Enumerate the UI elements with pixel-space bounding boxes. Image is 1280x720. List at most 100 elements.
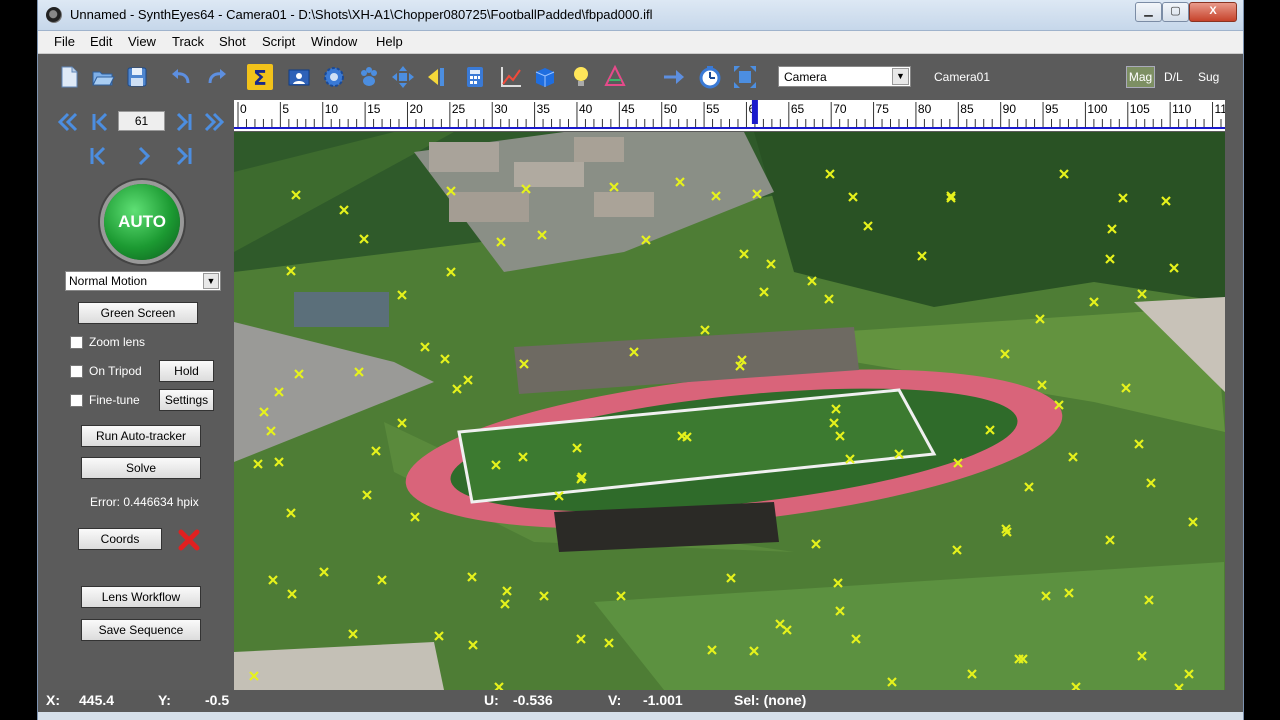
x-value: 445.4 [79,692,115,708]
coordinate-icon[interactable] [425,64,451,90]
run-autotracker-button[interactable]: Run Auto-tracker [81,425,201,447]
calculator-icon[interactable] [462,64,488,90]
green-screen-button[interactable]: Green Screen [78,302,198,324]
step-forward-icon[interactable] [172,144,196,168]
status-bar: X: 445.4 Y: -0.5 U: -0.536 V: -1.001 Sel… [38,690,1243,712]
timeline-label: 75 [876,102,890,116]
timeline-label: 25 [452,102,466,116]
timeline-label: 0 [240,102,247,116]
lightbulb-icon[interactable] [568,64,594,90]
timeline-label: 40 [579,102,593,116]
chevron-down-icon[interactable]: ▼ [203,273,219,289]
camera-viewport[interactable] [234,132,1225,690]
settings-button[interactable]: Settings [159,389,214,411]
timeline-label: 50 [664,102,678,116]
perspective-icon[interactable] [602,64,628,90]
on-tripod-label: On Tripod [89,364,142,378]
cube-icon[interactable] [532,64,558,90]
on-tripod-checkbox[interactable] [70,365,83,378]
rewind-icon[interactable] [56,110,80,134]
timeline-label: 105 [1130,102,1150,116]
close-button[interactable]: X [1189,2,1237,22]
x-label: X: [46,692,60,708]
y-value: -0.5 [205,692,230,708]
expand-icon[interactable] [732,64,758,90]
camera-view-icon[interactable] [286,64,312,90]
gear-icon[interactable] [321,64,347,90]
coords-button[interactable]: Coords [78,528,162,550]
building [594,192,654,217]
timer-icon[interactable] [697,64,723,90]
timeline-label: 5 [282,102,289,116]
go-to-start-icon[interactable] [88,110,112,134]
menu-view[interactable]: View [128,34,156,49]
motion-select-value: Normal Motion [69,274,148,288]
chevron-down-icon[interactable]: ▼ [892,68,909,85]
aerial-stadium-image[interactable] [234,132,1225,690]
lens-workflow-button[interactable]: Lens Workflow [81,586,201,608]
timeline-ruler[interactable]: 0 5 10 15 20 25 30 35 40 45 50 55 6 65 70 75 80 85 90 95 100… [234,100,1225,131]
play-icon[interactable] [132,144,156,168]
timeline-label: 70 [833,102,847,116]
graph-icon[interactable] [498,64,524,90]
app-window: Unnamed - SynthEyes64 - Camera01 - D:\Sh… [37,0,1244,720]
tab-mag[interactable]: Mag [1126,66,1155,88]
go-to-end-icon[interactable] [172,110,196,134]
menu-bar: File Edit View Track Shot Script Window … [38,31,1243,54]
undo-icon[interactable] [168,64,194,90]
timeline-label: 30 [494,102,508,116]
motion-select[interactable]: Normal Motion ▼ [65,271,221,291]
zoom-lens-label: Zoom lens [89,335,146,349]
open-folder-icon[interactable] [90,64,116,90]
v-label: V: [608,692,622,708]
zoom-lens-checkbox[interactable] [70,336,83,349]
timeline-cursor[interactable] [751,100,758,124]
menu-edit[interactable]: Edit [90,34,112,49]
new-file-icon[interactable] [56,64,82,90]
timeline-label: 45 [621,102,635,116]
auto-button[interactable]: AUTO [104,184,180,260]
camera-select[interactable]: Camera ▼ [778,66,911,87]
save-icon[interactable] [124,64,150,90]
svg-text:Σ: Σ [253,66,267,90]
menu-shot[interactable]: Shot [219,34,246,49]
step-back-icon[interactable] [86,144,110,168]
u-label: U: [484,692,499,708]
title-bar: Unnamed - SynthEyes64 - Camera01 - D:\Sh… [38,0,1243,31]
timeline-label: 80 [918,102,932,116]
move-arrows-icon[interactable] [390,64,416,90]
clear-x-icon[interactable] [178,529,200,551]
paw-icon[interactable] [356,64,382,90]
menu-window[interactable]: Window [311,34,357,49]
redo-icon[interactable] [204,64,230,90]
timeline-label: 55 [706,102,720,116]
maximize-button[interactable]: ▢ [1162,2,1189,22]
fine-tune-checkbox[interactable] [70,394,83,407]
minimize-button[interactable]: ▁ [1135,2,1162,22]
y-label: Y: [158,692,171,708]
menu-track[interactable]: Track [172,34,204,49]
timeline-label: 85 [960,102,974,116]
main-toolbar: Σ Camera ▼ Camera01 Mag D/L Sug [38,54,1243,100]
hold-button[interactable]: Hold [159,360,214,382]
current-frame-field[interactable]: 61 [118,111,165,131]
menu-script[interactable]: Script [262,34,295,49]
forward-arrow-icon[interactable] [661,64,687,90]
timeline-label: 90 [1003,102,1017,116]
control-panel: 61 AUTO Normal Motion ▼ Green Screen Zoo… [38,100,233,690]
menu-help[interactable]: Help [376,34,403,49]
timeline-label: 65 [791,102,805,116]
app-icon [46,7,62,23]
tab-sug[interactable]: Sug [1198,70,1219,84]
tab-dl[interactable]: D/L [1164,70,1183,84]
window-title: Unnamed - SynthEyes64 - Camera01 - D:\Sh… [70,7,653,22]
building [449,192,529,222]
building [294,292,389,327]
solver-sigma-icon[interactable]: Σ [247,64,273,90]
fast-forward-icon[interactable] [202,110,226,134]
timeline-svg[interactable]: 0 5 10 15 20 25 30 35 40 45 50 55 6 65 70 75 80 85 90 95 100… [234,100,1225,131]
save-sequence-button[interactable]: Save Sequence [81,619,201,641]
selection-status: Sel: (none) [734,692,807,708]
menu-file[interactable]: File [54,34,75,49]
solve-button[interactable]: Solve [81,457,201,479]
